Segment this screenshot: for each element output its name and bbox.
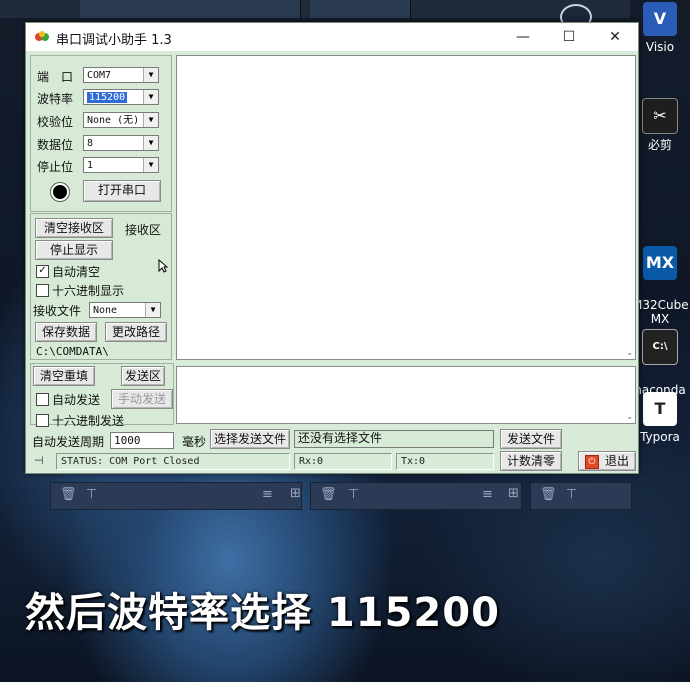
receive-file-value: None bbox=[93, 305, 118, 316]
grid-icon: ⊞ bbox=[290, 486, 301, 501]
save-data-button[interactable]: 保存数据 bbox=[35, 322, 97, 342]
exit-button-label: 退出 bbox=[604, 454, 629, 468]
desktop-icon-label: 必剪 bbox=[647, 138, 672, 152]
send-textarea[interactable]: ⌄ bbox=[176, 366, 636, 424]
desktop-icon-bijian[interactable]: ✂ 必剪 bbox=[632, 98, 688, 152]
pin-icon: ⊤ bbox=[86, 487, 98, 502]
window-title: 串口调试小助手 1.3 bbox=[56, 33, 172, 48]
clear-receive-button[interactable]: 清空接收区 bbox=[35, 218, 113, 238]
parity-select[interactable]: None (无) ▼ bbox=[83, 112, 159, 128]
typora-icon: T bbox=[643, 392, 677, 426]
baud-select[interactable]: 115200 ▼ bbox=[83, 89, 159, 105]
desktop-icon-label: Visio bbox=[645, 40, 675, 54]
chevron-down-icon: ▼ bbox=[145, 303, 160, 317]
port-status-text: STATUS: COM Port Closed bbox=[56, 453, 290, 470]
send-file-path-field: 还没有选择文件 bbox=[294, 430, 494, 448]
trash-icon: 🗑 bbox=[60, 487, 77, 502]
port-select[interactable]: COM7 ▼ bbox=[83, 67, 159, 83]
receive-file-select[interactable]: None ▼ bbox=[89, 302, 161, 318]
send-area-button[interactable]: 发送区 bbox=[121, 366, 165, 386]
hex-display-label: 十六进制显示 bbox=[52, 284, 125, 298]
parity-label: 校验位 bbox=[37, 115, 74, 129]
rx-counter: Rx:0 bbox=[294, 453, 392, 470]
terminal-icon: C:\ bbox=[642, 329, 678, 365]
pin-icon: ⊤ bbox=[348, 487, 360, 502]
auto-send-period-label: 自动发送周期 bbox=[32, 435, 105, 449]
save-path-field[interactable]: C:\COMDATA\ bbox=[33, 344, 141, 361]
hex-display-checkbox[interactable] bbox=[36, 284, 49, 297]
hex-send-checkbox[interactable] bbox=[36, 414, 49, 427]
stop-display-button[interactable]: 停止显示 bbox=[35, 240, 113, 260]
port-status-indicator-icon bbox=[51, 183, 69, 201]
stopbits-value: 1 bbox=[87, 160, 94, 171]
parity-value: None (无) bbox=[87, 115, 140, 126]
grid-icon: ⊞ bbox=[508, 486, 519, 501]
hex-send-label: 十六进制发送 bbox=[52, 414, 125, 428]
auto-send-checkbox[interactable] bbox=[36, 393, 49, 406]
tx-counter: Tx:0 bbox=[396, 453, 494, 470]
stopbits-label: 停止位 bbox=[37, 160, 74, 174]
auto-clear-label: 自动清空 bbox=[52, 265, 101, 279]
chevron-down-icon: ▼ bbox=[143, 90, 158, 104]
desktop-icon-label: Typora bbox=[640, 430, 680, 444]
minimize-button[interactable]: — bbox=[500, 23, 546, 51]
video-subtitle: 然后波特率选择 115200 bbox=[25, 590, 500, 636]
chevron-down-icon: ▼ bbox=[143, 158, 158, 172]
close-button[interactable]: ✕ bbox=[592, 23, 638, 51]
exit-icon: ⏻ bbox=[584, 454, 599, 469]
pin-icon[interactable]: ⊣ bbox=[34, 454, 44, 467]
period-unit-label: 毫秒 bbox=[182, 435, 207, 449]
auto-send-label: 自动发送 bbox=[52, 393, 101, 407]
send-file-button[interactable]: 发送文件 bbox=[500, 429, 562, 449]
visio-icon: V bbox=[643, 2, 677, 36]
app-logo-icon bbox=[35, 31, 49, 41]
receive-file-label: 接收文件 bbox=[33, 304, 82, 318]
chevron-down-icon: ▼ bbox=[143, 68, 158, 82]
auto-send-period-input[interactable]: 1000 bbox=[110, 432, 174, 449]
databits-value: 8 bbox=[87, 138, 94, 149]
send-controls-panel: 清空重填 发送区 自动发送 手动发送 十六进制发送 bbox=[30, 363, 174, 428]
auto-clear-checkbox[interactable]: ✓ bbox=[36, 265, 49, 278]
scroll-down-icon[interactable]: ⌄ bbox=[626, 412, 633, 421]
databits-label: 数据位 bbox=[37, 138, 74, 152]
exit-button[interactable]: ⏻ 退出 bbox=[578, 451, 636, 471]
baud-value: 115200 bbox=[87, 92, 128, 103]
mouse-cursor-icon bbox=[158, 259, 168, 273]
serial-assistant-window: 串口调试小助手 1.3 — ☐ ✕ 端 口 COM7 ▼ 波特率 115200 … bbox=[25, 22, 639, 474]
change-path-button[interactable]: 更改路径 bbox=[105, 322, 167, 342]
list-icon: ≡ bbox=[262, 487, 273, 502]
trash-icon: 🗑 bbox=[540, 487, 557, 502]
cubemx-icon: MX bbox=[643, 246, 677, 280]
bijian-icon: ✂ bbox=[642, 98, 678, 134]
chevron-down-icon: ▼ bbox=[143, 136, 158, 150]
port-value: COM7 bbox=[87, 70, 112, 81]
baud-label: 波特率 bbox=[37, 92, 74, 106]
desktop-icon-typora[interactable]: T Typora bbox=[632, 392, 688, 444]
title-bar[interactable]: 串口调试小助手 1.3 — ☐ ✕ bbox=[26, 23, 638, 51]
receive-textarea[interactable]: ⌄ bbox=[176, 55, 636, 360]
manual-send-button[interactable]: 手动发送 bbox=[111, 389, 173, 409]
port-settings-panel: 端 口 COM7 ▼ 波特率 115200 ▼ 校验位 None (无) ▼ 数… bbox=[30, 55, 172, 212]
receive-controls-panel: 清空接收区 接收区 停止显示 ✓ 自动清空 十六进制显示 接收文件 None ▼… bbox=[30, 213, 172, 360]
pin-icon: ⊤ bbox=[566, 487, 578, 502]
select-send-file-button[interactable]: 选择发送文件 bbox=[210, 429, 290, 449]
maximize-button[interactable]: ☐ bbox=[546, 23, 592, 51]
trash-icon: 🗑 bbox=[320, 487, 337, 502]
reset-count-button[interactable]: 计数清零 bbox=[500, 451, 562, 471]
open-port-button[interactable]: 打开串口 bbox=[83, 180, 161, 202]
receive-area-label: 接收区 bbox=[125, 223, 162, 237]
scroll-down-icon[interactable]: ⌄ bbox=[626, 348, 633, 357]
desktop-icon-stm32cubemx[interactable]: MX M32Cube MX bbox=[632, 232, 689, 326]
port-label: 端 口 bbox=[37, 70, 74, 84]
background-taskbar-strip bbox=[0, 0, 630, 18]
clear-send-button[interactable]: 清空重填 bbox=[33, 366, 95, 386]
stopbits-select[interactable]: 1 ▼ bbox=[83, 157, 159, 173]
desktop-icon-visio[interactable]: V Visio bbox=[632, 2, 688, 54]
chevron-down-icon: ▼ bbox=[143, 113, 158, 127]
databits-select[interactable]: 8 ▼ bbox=[83, 135, 159, 151]
list-icon: ≡ bbox=[482, 487, 493, 502]
